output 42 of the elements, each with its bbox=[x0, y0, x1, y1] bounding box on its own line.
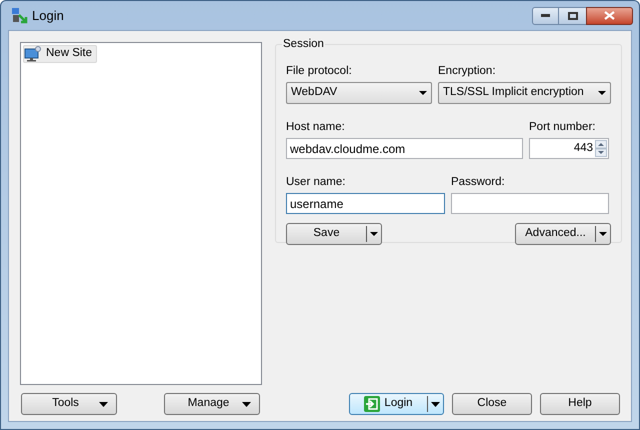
host-field[interactable]: webdav.cloudme.com bbox=[286, 138, 523, 159]
port-spinner[interactable]: 443 bbox=[529, 138, 609, 159]
dropdown-arrow-icon bbox=[598, 91, 606, 95]
encryption-dropdown[interactable]: TLS/SSL Implicit encryption bbox=[438, 82, 611, 104]
field-label: Encryption: bbox=[438, 64, 497, 79]
spinner-value: 443 bbox=[574, 140, 593, 156]
minimize-button[interactable] bbox=[532, 6, 559, 24]
spin-arrows-icon bbox=[595, 140, 607, 157]
minimize-icon bbox=[541, 14, 550, 17]
maximize-icon bbox=[568, 12, 578, 20]
field-label: Host name: bbox=[286, 120, 346, 135]
field-label: User name: bbox=[286, 175, 346, 190]
dropdown-value: TLS/SSL Implicit encryption bbox=[443, 85, 584, 100]
field-label: File protocol: bbox=[286, 64, 353, 79]
close-icon bbox=[604, 11, 615, 20]
dropdown-arrow-icon bbox=[419, 91, 427, 95]
dropdown-arrow-icon bbox=[431, 402, 440, 406]
protocol-dropdown[interactable]: WebDAV bbox=[286, 82, 432, 104]
dropdown-value: WebDAV bbox=[291, 85, 338, 100]
dropdown-arrow-icon bbox=[599, 232, 607, 236]
site-item[interactable]: New Site bbox=[23, 45, 98, 63]
dialog-button[interactable]: Tools bbox=[21, 393, 117, 415]
username-field[interactable]: username bbox=[286, 193, 445, 214]
window-title: Login bbox=[32, 6, 64, 25]
save-button[interactable]: Save bbox=[286, 223, 382, 245]
dialog-button[interactable]: Help bbox=[540, 393, 620, 415]
field-label: Password: bbox=[451, 175, 506, 190]
dropdown-arrow-icon bbox=[99, 402, 108, 406]
dialog-button[interactable]: Close bbox=[452, 393, 532, 415]
dialog-button[interactable]: Manage bbox=[164, 393, 260, 415]
password-field[interactable] bbox=[451, 193, 609, 214]
dropdown-arrow-icon bbox=[370, 232, 378, 236]
computer-icon bbox=[24, 46, 42, 62]
advanced-button[interactable]: Advanced... bbox=[515, 223, 611, 245]
dialog-button[interactable]: Login bbox=[349, 393, 444, 415]
maximize-button[interactable] bbox=[559, 6, 586, 24]
dropdown-arrow-icon bbox=[242, 402, 251, 406]
site-label: New Site bbox=[46, 46, 92, 62]
login-icon bbox=[364, 396, 380, 412]
close-button[interactable] bbox=[586, 6, 633, 24]
field-label: Port number: bbox=[529, 120, 596, 135]
app-icon bbox=[10, 6, 28, 24]
